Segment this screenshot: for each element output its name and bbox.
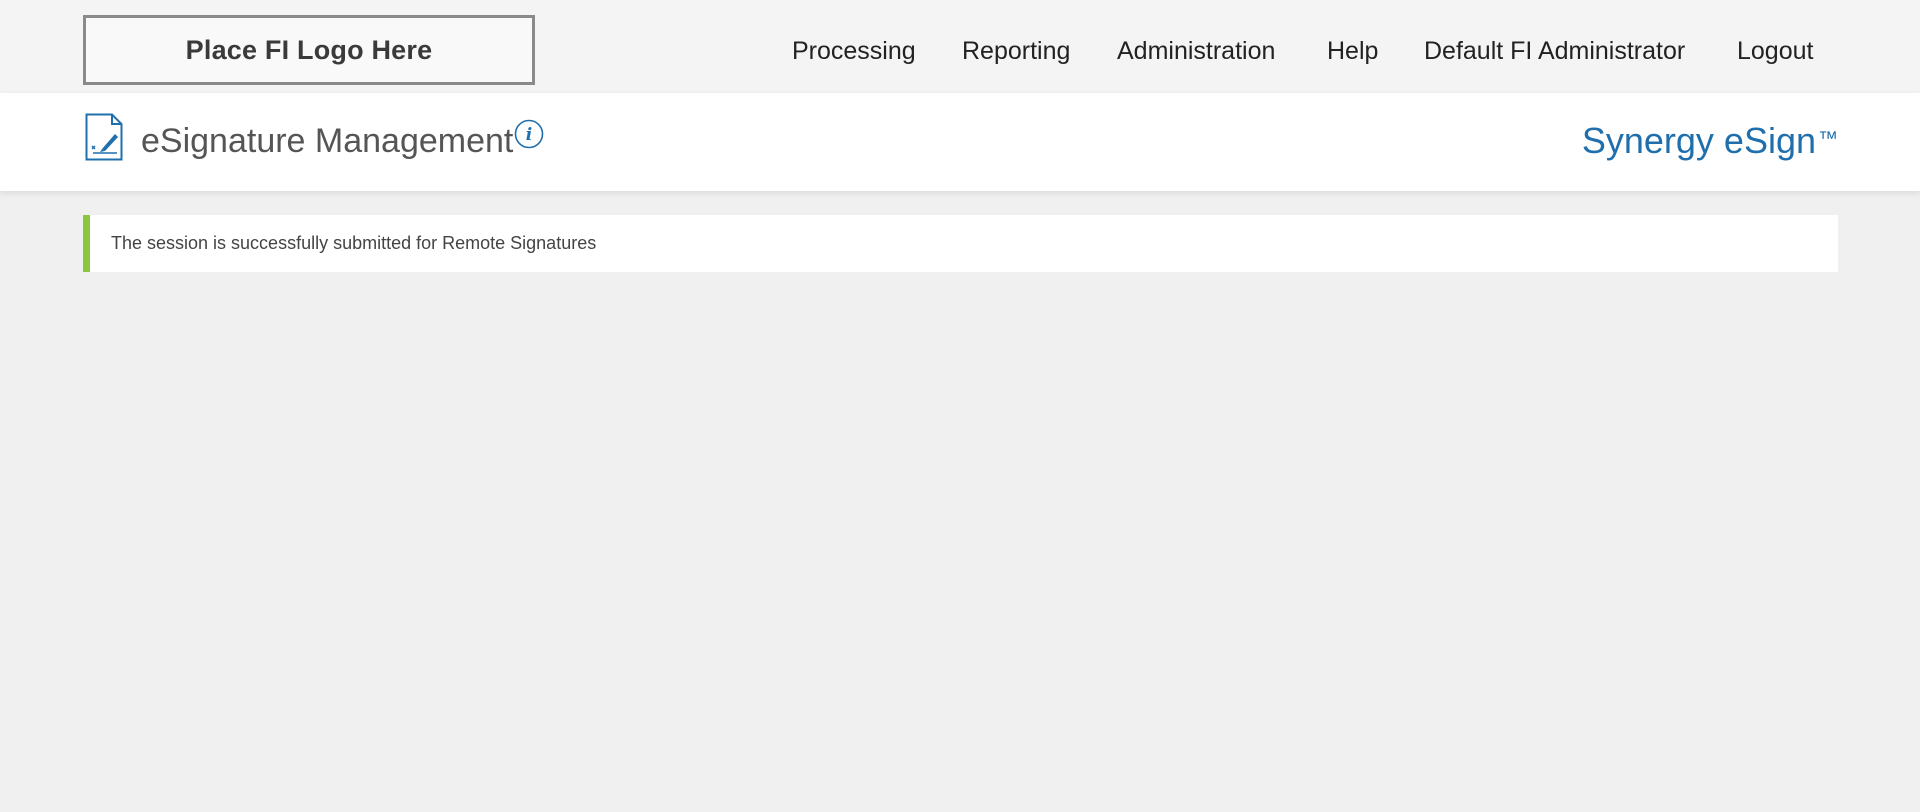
brand-text: Synergy eSign <box>1581 120 1816 161</box>
svg-text:i: i <box>526 125 532 145</box>
alert-message: The session is successfully submitted fo… <box>111 233 597 253</box>
nav-item-help[interactable]: Help <box>1327 34 1378 68</box>
page-title: eSignature Management <box>141 122 514 160</box>
nav-item-reporting[interactable]: Reporting <box>962 34 1070 68</box>
nav-item-logout[interactable]: Logout <box>1737 34 1813 68</box>
info-icon[interactable]: i <box>514 119 544 149</box>
nav-item-administration[interactable]: Administration <box>1117 34 1275 68</box>
nav-item-processing[interactable]: Processing <box>792 34 916 68</box>
page-header: eSignature Management i Synergy eSign ™ <box>0 93 1920 191</box>
success-alert: The session is successfully submitted fo… <box>83 215 1838 272</box>
top-navigation-bar: Place FI Logo Here Processing Reporting … <box>0 0 1920 93</box>
main-nav: Processing Reporting Administration Help… <box>0 34 1920 68</box>
brand-name: Synergy eSign ™ <box>1582 121 1838 161</box>
trademark-mark: ™ <box>1818 128 1838 150</box>
document-signature-icon <box>85 113 123 161</box>
nav-item-user-menu[interactable]: Default FI Administrator <box>1424 34 1685 68</box>
